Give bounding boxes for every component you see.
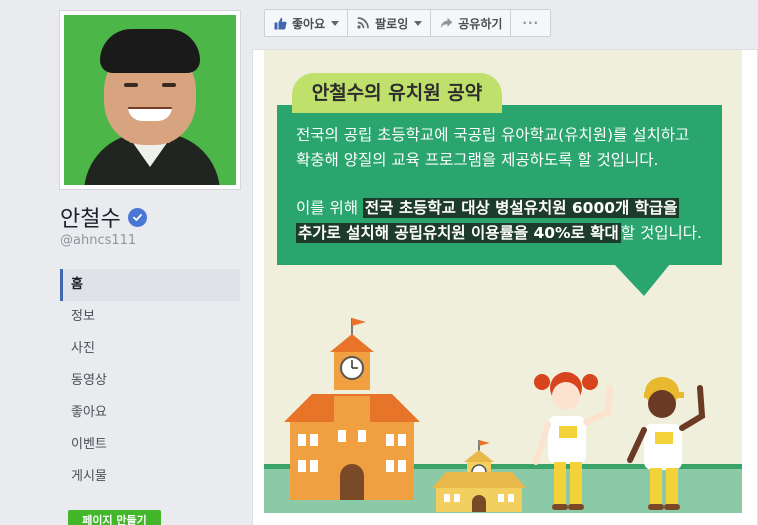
nav-item-about[interactable]: 정보 [60,301,240,333]
page-title-row: 안철수 [60,202,147,232]
profile-photo [64,15,236,185]
left-column: 안철수 @ahncs111 홈 정보 사진 동영상 좋아요 이벤트 게시물 페이… [0,0,252,525]
child-boy-character [627,377,706,510]
school-building-large [284,318,420,500]
page-username[interactable]: @ahncs111 [60,233,136,248]
nav-item-home[interactable]: 홈 [60,269,240,301]
bubble-line-4: 추가로 설치해 공립유치원 이용률을 40%로 확대 할 것입니다. [296,221,702,243]
post-image[interactable]: 안철수의 유치원 공약 전국의 공립 초등학교에 국공립 유아학교(유치원)를 … [264,50,742,513]
rss-icon [356,16,370,30]
share-button[interactable]: 공유하기 [430,9,512,37]
nav-item-posts[interactable]: 게시물 [60,461,240,493]
share-button-label: 공유하기 [458,16,503,31]
page-title[interactable]: 안철수 [60,201,121,233]
main-column: 좋아요 팔로잉 공유하기 ··· 안철수의 유치원 공약 전국의 공립 초등학교… [252,0,758,525]
create-page-button[interactable]: 페이지 만들기 [68,510,161,525]
bubble-line-3: 이를 위해 전국 초등학교 대상 병설유치원 6000개 학급을 [296,196,680,218]
nav-item-videos[interactable]: 동영상 [60,365,240,397]
thumbs-up-icon [273,16,287,30]
verified-icon [127,207,147,227]
chevron-down-icon [331,20,340,26]
image-title: 안철수의 유치원 공약 [292,73,502,113]
page-action-bar: 좋아요 팔로잉 공유하기 ··· [264,9,552,37]
kindergarten-illustration [284,318,706,512]
like-button-label: 좋아요 [292,16,326,31]
nav-item-events[interactable]: 이벤트 [60,429,240,461]
following-button-label: 팔로잉 [375,16,409,31]
bubble-line-2: 확충해 양질의 교육 프로그램을 제공하도록 할 것입니다. [296,151,659,169]
more-icon: ··· [522,16,540,30]
bubble-highlight-2: 추가로 설치해 공립유치원 이용률을 40%로 확대 [296,223,621,243]
bubble-line-1: 전국의 공립 초등학교에 국공립 유아학교(유치원)를 설치하고 [296,126,690,144]
child-girl-character [533,372,613,510]
bubble-highlight-1: 전국 초등학교 대상 병설유치원 6000개 학급을 [362,198,680,218]
nav-item-likes[interactable]: 좋아요 [60,397,240,429]
more-button[interactable]: ··· [510,9,552,37]
page-nav: 홈 정보 사진 동영상 좋아요 이벤트 게시물 [60,269,240,493]
like-button[interactable]: 좋아요 [264,9,349,37]
bubble-line-4-text: 할 것입니다. [620,224,702,242]
profile-picture[interactable] [59,10,241,190]
school-building-small [432,440,526,512]
bubble-line-3-text: 이를 위해 [296,199,363,217]
following-button[interactable]: 팔로잉 [347,9,432,37]
share-arrow-icon [439,16,453,30]
post-card: 안철수의 유치원 공약 전국의 공립 초등학교에 국공립 유아학교(유치원)를 … [252,49,758,525]
nav-item-photos[interactable]: 사진 [60,333,240,365]
speech-bubble-tail [614,264,670,296]
chevron-down-icon [414,20,423,26]
